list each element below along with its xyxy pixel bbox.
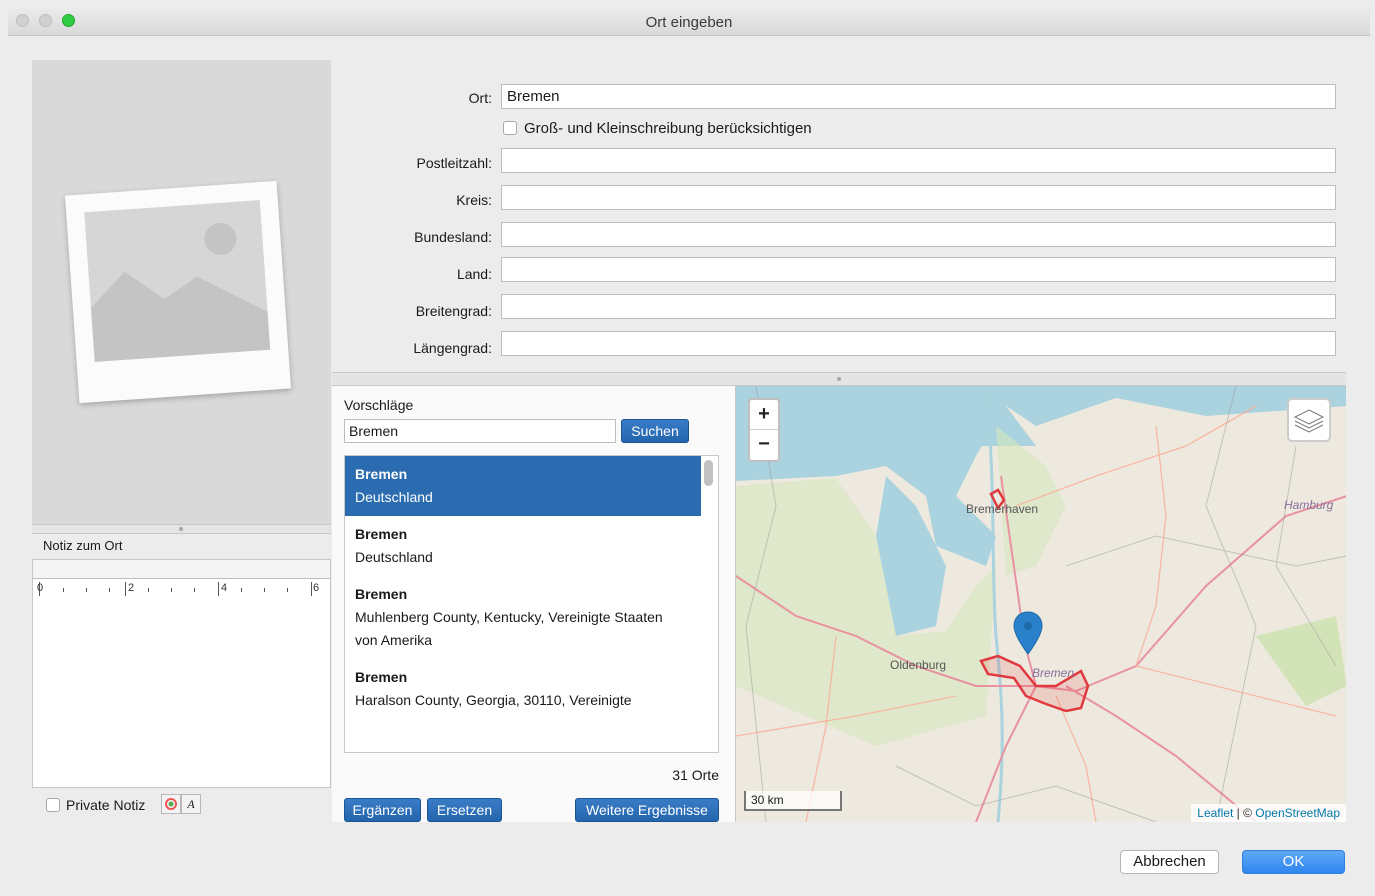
list-item-name: Bremen <box>355 466 408 482</box>
ort-label: Ort: <box>468 90 492 106</box>
replace-button[interactable]: Ersetzen <box>427 798 502 822</box>
ok-button[interactable]: OK <box>1242 850 1345 874</box>
list-item-detail: Muhlenberg County, Kentucky, Vereinigte … <box>355 609 663 625</box>
map-label-bremerhaven: Bremerhaven <box>966 502 1039 516</box>
list-item-detail: von Amerika <box>355 632 433 648</box>
list-item-name: Bremen <box>355 669 408 685</box>
zoom-control: + − <box>748 398 780 462</box>
result-count: 31 Orte <box>672 767 719 783</box>
laengengrad-label: Längengrad: <box>413 340 492 356</box>
photo-note-splitter[interactable] <box>32 524 331 534</box>
map-label-bremen: Bremen <box>1032 666 1075 680</box>
kreis-label: Kreis: <box>456 192 492 208</box>
kreis-field[interactable] <box>501 185 1336 210</box>
case-sensitive-checkbox[interactable] <box>503 121 517 135</box>
photo-panel[interactable] <box>32 60 331 524</box>
suggestions-heading: Vorschläge <box>344 397 414 413</box>
list-item[interactable]: Bremen Deutschland <box>345 523 701 569</box>
map-view[interactable]: Bremerhaven Hamburg Oldenburg Bremen + −… <box>735 386 1346 822</box>
map-scale: 30 km <box>744 791 842 811</box>
laengengrad-field[interactable] <box>501 331 1336 356</box>
bundesland-label: Bundesland: <box>414 229 492 245</box>
map-tiles <box>736 386 1346 822</box>
private-note-label: Private Notiz <box>66 797 146 813</box>
suggestions-panel: Vorschläge Bremen Suchen Bremen Deutschl… <box>332 386 735 822</box>
list-item[interactable]: Bremen Muhlenberg County, Kentucky, Vere… <box>345 583 701 652</box>
land-field[interactable] <box>501 257 1336 282</box>
title-bar: Ort eingeben <box>8 8 1370 36</box>
color-picker-icon[interactable] <box>161 794 181 814</box>
dialog-window: Ort eingeben Notiz zum Ort 0 2 4 6 Priva… <box>8 8 1370 896</box>
map-label-oldenburg: Oldenburg <box>890 658 947 672</box>
list-item-name: Bremen <box>355 586 408 602</box>
breitengrad-label: Breitengrad: <box>415 303 492 319</box>
postleitzahl-field[interactable] <box>501 148 1336 173</box>
map-label-hamburg: Hamburg <box>1284 498 1334 512</box>
window-title: Ort eingeben <box>645 14 733 31</box>
ruler-tick-label: 4 <box>221 582 228 594</box>
bundesland-field[interactable] <box>501 222 1336 247</box>
attribution-separator: | © <box>1233 806 1256 820</box>
ruler-tick-label: 0 <box>37 582 44 594</box>
ruler-tick-label: 6 <box>313 582 320 594</box>
layers-icon[interactable] <box>1287 398 1331 442</box>
more-results-button[interactable]: Weitere Ergebnisse <box>575 798 719 822</box>
list-item-detail: Haralson County, Georgia, 30110, Vereini… <box>355 692 632 708</box>
list-item-name: Bremen <box>355 526 408 542</box>
case-sensitive-label: Groß- und Kleinschreibung berücksichtige… <box>524 120 812 137</box>
land-label: Land: <box>456 266 492 282</box>
private-note-checkbox[interactable] <box>46 798 60 812</box>
search-button[interactable]: Suchen <box>621 419 689 443</box>
ort-field[interactable]: Bremen <box>501 84 1336 109</box>
note-text-area[interactable] <box>32 596 331 788</box>
suggestions-search-input[interactable]: Bremen <box>344 419 616 443</box>
zoom-in-button[interactable]: + <box>750 400 778 430</box>
list-scrollbar[interactable] <box>704 460 713 486</box>
suggestions-list[interactable]: Bremen Deutschland Bremen Deutschland Br… <box>344 455 719 753</box>
zoom-out-button[interactable]: − <box>750 430 778 460</box>
map-attribution: Leaflet | © OpenStreetMap <box>1191 804 1346 822</box>
openstreetmap-link[interactable]: OpenStreetMap <box>1255 806 1340 820</box>
list-item[interactable]: Bremen Deutschland <box>345 456 701 516</box>
list-item[interactable]: Bremen Haralson County, Georgia, 30110, … <box>345 666 701 712</box>
font-icon[interactable]: A <box>181 794 201 814</box>
note-toolbar: Private Notiz A <box>32 790 331 820</box>
add-button[interactable]: Ergänzen <box>344 798 421 822</box>
note-ruler: 0 2 4 6 <box>32 559 331 597</box>
list-item-detail: Deutschland <box>355 549 433 565</box>
leaflet-link[interactable]: Leaflet <box>1197 806 1233 820</box>
breitengrad-field[interactable] <box>501 294 1336 319</box>
ruler-tick-label: 2 <box>128 582 135 594</box>
photo-placeholder-icon <box>65 180 291 404</box>
cancel-button[interactable]: Abbrechen <box>1120 850 1219 874</box>
list-item-detail: Deutschland <box>355 489 433 505</box>
postleitzahl-label: Postleitzahl: <box>416 155 492 171</box>
form-map-splitter[interactable] <box>332 372 1346 386</box>
note-label: Notiz zum Ort <box>43 538 123 553</box>
